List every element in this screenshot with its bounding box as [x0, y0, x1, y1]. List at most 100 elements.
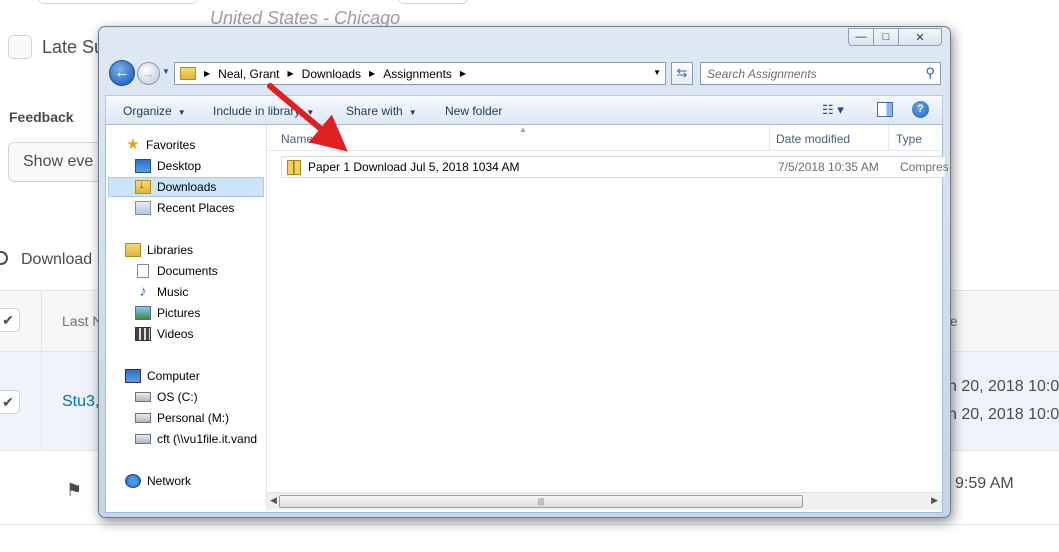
chevron-down-icon: ▼: [177, 108, 186, 117]
preview-pane-icon[interactable]: [877, 102, 893, 117]
breadcrumb-chevron-icon[interactable]: ▶: [460, 69, 466, 78]
close-button[interactable]: ✕: [898, 28, 942, 46]
help-icon[interactable]: ?: [912, 101, 929, 118]
organize-menu[interactable]: Organize ▼: [123, 104, 186, 118]
horizontal-scrollbar[interactable]: ◀ ||| ▶: [267, 492, 942, 510]
share-with-menu[interactable]: Share with ▼: [346, 104, 417, 118]
scrollbar-thumb[interactable]: |||: [279, 495, 803, 508]
nav-downloads-label: Downloads: [157, 180, 217, 194]
student-link[interactable]: Stu3,: [62, 393, 99, 411]
forward-arrow-icon[interactable]: →: [137, 62, 160, 85]
breadcrumb-chevron-icon[interactable]: ▶: [204, 69, 210, 78]
chevron-down-icon: ▼: [306, 108, 315, 117]
nav-computer[interactable]: Computer: [125, 366, 200, 386]
column-name[interactable]: Name: [281, 132, 313, 146]
breadcrumb-assignments[interactable]: Assignments: [383, 67, 452, 81]
network-drive-icon: [135, 434, 151, 444]
breadcrumb-user[interactable]: Neal, Grant: [218, 67, 279, 81]
window-controls: — □ ✕: [848, 28, 942, 46]
nav-libraries-label: Libraries: [147, 243, 194, 257]
include-in-library-label: Include in library: [213, 104, 301, 118]
back-arrow-icon[interactable]: ←: [109, 60, 135, 86]
search-icon[interactable]: ⚲: [925, 65, 935, 81]
chevron-down-icon: ▼: [408, 108, 417, 117]
file-row[interactable]: Paper 1 Download Jul 5, 2018 1034 AM 7/5…: [281, 156, 949, 178]
view-options-icon[interactable]: ☷ ▾: [822, 102, 844, 118]
nav-pictures-label: Pictures: [157, 306, 201, 320]
address-bar[interactable]: ▶ Neal, Grant ▶ Downloads ▶ Assignments …: [174, 62, 666, 85]
feedback-label: Feedback: [9, 109, 74, 125]
navigation-pane: ★ Favorites Desktop Downloads Recent Plac…: [106, 125, 267, 511]
nav-favorites[interactable]: ★ Favorites: [125, 135, 195, 155]
explorer-window: — □ ✕ ← → ▼ ▶ Neal, Grant ▶ Downloads ▶ …: [98, 26, 951, 518]
music-note-icon: ♪: [139, 283, 147, 300]
nav-downloads[interactable]: Downloads: [108, 177, 264, 197]
scroll-right-icon[interactable]: ▶: [931, 495, 938, 506]
desktop-icon: [135, 159, 151, 173]
refresh-icon[interactable]: ⇆: [671, 62, 693, 85]
last-name-header[interactable]: Last N: [62, 313, 102, 329]
select-all-checkbox[interactable]: ✔: [0, 308, 20, 332]
breadcrumb-chevron-icon[interactable]: ▶: [288, 69, 294, 78]
minimize-button[interactable]: —: [848, 28, 874, 46]
command-bar: Organize ▼ Include in library ▼ Share with…: [105, 95, 943, 125]
nav-recent-places[interactable]: Recent Places: [135, 198, 234, 218]
nav-personal-drive[interactable]: Personal (M:): [135, 408, 229, 428]
recent-pages-dropdown-icon[interactable]: ▼: [162, 67, 170, 76]
breadcrumb-chevron-icon[interactable]: ▶: [369, 69, 375, 78]
nav-recent-places-label: Recent Places: [157, 201, 235, 215]
pictures-icon: [135, 306, 151, 320]
nav-pictures[interactable]: Pictures: [135, 303, 200, 323]
include-in-library-menu[interactable]: Include in library ▼: [213, 104, 314, 118]
zip-folder-icon: [287, 159, 301, 175]
top-field-2[interactable]: [398, 0, 468, 4]
nav-network-label: Network: [147, 474, 192, 488]
hard-drive-icon: [135, 392, 151, 402]
nav-cft-drive[interactable]: cft (\\vu1file.it.vand: [135, 429, 257, 449]
network-drive-icon: [135, 413, 151, 423]
column-divider[interactable]: [888, 125, 889, 151]
network-icon: [125, 474, 141, 488]
new-folder-button[interactable]: New folder: [445, 104, 502, 118]
submission-time: 9:59 AM: [955, 475, 1014, 492]
nav-libraries[interactable]: Libraries: [125, 240, 193, 260]
download-icon: [0, 251, 8, 265]
column-divider[interactable]: [769, 125, 770, 151]
file-date-modified: 7/5/2018 10:35 AM: [778, 160, 879, 174]
nav-desktop[interactable]: Desktop: [135, 156, 201, 176]
nav-os-drive-label: OS (C:): [157, 390, 198, 404]
recent-places-icon: [135, 201, 151, 215]
file-type: Compres: [900, 160, 949, 174]
top-field-1[interactable]: [38, 0, 198, 4]
share-with-label: Share with: [346, 104, 403, 118]
address-dropdown-icon[interactable]: ▼: [653, 68, 661, 77]
nav-os-drive[interactable]: OS (C:): [135, 387, 198, 407]
download-label: Download: [21, 251, 93, 268]
column-type[interactable]: Type: [896, 132, 922, 146]
submission-date: n 20, 2018 10:0: [948, 406, 1059, 423]
file-name: Paper 1 Download Jul 5, 2018 1034 AM: [308, 160, 520, 174]
nav-music-label: Music: [157, 285, 189, 299]
submission-date: n 20, 2018 10:0: [948, 378, 1059, 395]
late-submissions-checkbox[interactable]: [8, 35, 32, 59]
nav-computer-label: Computer: [147, 369, 200, 383]
row-checkbox[interactable]: ✔: [0, 390, 20, 414]
nav-videos[interactable]: Videos: [135, 324, 193, 344]
file-list: ▲ Name Date modified Type Paper 1 Downlo…: [267, 125, 949, 511]
downloads-folder-icon: [135, 179, 151, 194]
maximize-button[interactable]: □: [873, 28, 899, 46]
nav-music[interactable]: ♪ Music: [135, 282, 188, 302]
sort-indicator-icon: ▲: [519, 125, 527, 134]
search-input[interactable]: Search Assignments ⚲: [700, 62, 941, 85]
flag-icon[interactable]: ⚑: [66, 480, 82, 501]
nav-network[interactable]: Network: [125, 471, 191, 491]
nav-documents-label: Documents: [157, 264, 218, 278]
column-headers: ▲ Name Date modified Type: [267, 125, 942, 151]
breadcrumb-downloads[interactable]: Downloads: [302, 67, 361, 81]
computer-icon: [125, 369, 141, 383]
column-date-modified[interactable]: Date modified: [776, 132, 850, 146]
folder-icon: [180, 67, 196, 80]
late-submissions-label: Late Su: [42, 37, 105, 57]
nav-documents[interactable]: Documents: [137, 261, 218, 281]
scroll-left-icon[interactable]: ◀: [270, 495, 277, 506]
